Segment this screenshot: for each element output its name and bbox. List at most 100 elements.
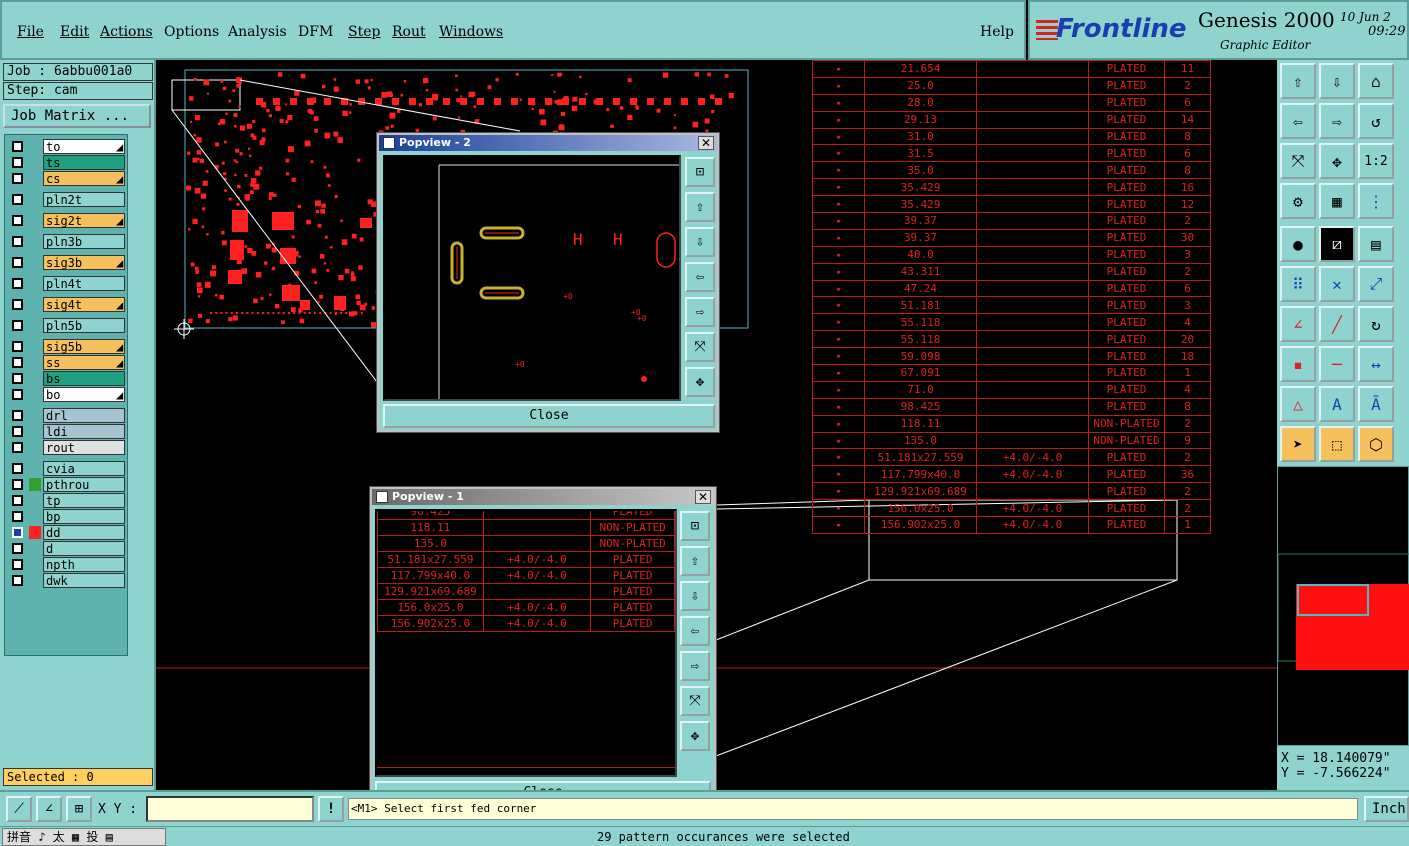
- table-row[interactable]: ▪ 51.181x27.559 +4.0/-4.0 PLATED 2: [812, 448, 1211, 467]
- ruler-icon[interactable]: ▤: [1358, 226, 1394, 262]
- layer-name[interactable]: ss: [43, 355, 125, 370]
- zoom-center-icon[interactable]: ✥: [1319, 143, 1355, 179]
- grid-icon[interactable]: ▦: [1319, 183, 1355, 219]
- layer-name[interactable]: bs: [43, 371, 125, 386]
- layer-name[interactable]: cvia: [43, 461, 125, 476]
- layer-name[interactable]: pln4t: [43, 276, 125, 291]
- pan-right-icon[interactable]: ⇨: [685, 297, 715, 327]
- layer-name[interactable]: pthrou: [43, 477, 125, 492]
- snap-icon[interactable]: ⚙: [1280, 183, 1316, 219]
- layer-checkbox[interactable]: [12, 527, 23, 538]
- layer-name[interactable]: dwk: [43, 573, 125, 588]
- layer-checkbox[interactable]: [12, 257, 23, 268]
- layer-checkbox[interactable]: [12, 463, 23, 474]
- delete-point-icon[interactable]: ✕: [1319, 266, 1355, 302]
- layer-name[interactable]: sig2t: [43, 213, 125, 228]
- zoom-fit-icon[interactable]: ⊡: [685, 157, 715, 187]
- layer-name[interactable]: pln3b: [43, 234, 125, 249]
- layer-name[interactable]: bo: [43, 387, 125, 402]
- layer-row-pln4t[interactable]: pln4t: [7, 276, 127, 291]
- layer-checkbox[interactable]: [12, 357, 23, 368]
- table-row[interactable]: ▪ 28.0 PLATED 6: [812, 93, 1211, 112]
- line-icon[interactable]: ╱: [1319, 306, 1355, 342]
- layer-checkbox[interactable]: [12, 236, 23, 247]
- layer-checkbox[interactable]: [12, 389, 23, 400]
- layer-checkbox[interactable]: [12, 194, 23, 205]
- table-row[interactable]: ▪ 117.799x40.0 +4.0/-4.0 PLATED 36: [812, 465, 1211, 484]
- warning-icon[interactable]: !: [318, 796, 344, 822]
- layer-checkbox[interactable]: [12, 559, 23, 570]
- snap-grid-icon[interactable]: ⊞: [66, 796, 92, 822]
- layer-name[interactable]: pln2t: [43, 192, 125, 207]
- snap-diagonal-icon[interactable]: ⟋: [6, 796, 32, 822]
- menu-file[interactable]: File: [17, 24, 44, 40]
- zoom-in-icon[interactable]: ✥: [685, 367, 715, 397]
- select-poly-icon[interactable]: ⬡: [1358, 426, 1394, 462]
- layer-row-npth[interactable]: npth: [7, 557, 127, 572]
- layer-row-sig2t[interactable]: sig2t ◢: [7, 213, 127, 228]
- menu-analysis[interactable]: Analysis: [228, 24, 287, 40]
- table-row[interactable]: ▪ 43.311 PLATED 2: [812, 262, 1211, 281]
- layer-row-d[interactable]: d: [7, 541, 127, 556]
- layer-name[interactable]: sig3b: [43, 255, 125, 270]
- connect-pads-icon[interactable]: ⠿: [1280, 266, 1316, 302]
- snap-angle-icon[interactable]: ∠: [36, 796, 62, 822]
- trace-icon[interactable]: ─: [1319, 346, 1355, 382]
- layer-row-cs[interactable]: cs ◢: [7, 171, 127, 186]
- layer-name[interactable]: rout: [43, 440, 125, 455]
- table-row[interactable]: ▪ 35.0 PLATED 8: [812, 161, 1211, 180]
- move-left-icon[interactable]: ⇦: [1280, 103, 1316, 139]
- layer-checkbox[interactable]: [12, 426, 23, 437]
- table-row[interactable]: ▪ 98.425 PLATED 8: [812, 397, 1211, 416]
- popview2-canvas[interactable]: H H +0 +0 +0 +0: [383, 155, 681, 401]
- close-icon[interactable]: ✕: [698, 136, 714, 150]
- net-icon[interactable]: ⋮: [1358, 183, 1394, 219]
- pad-icon[interactable]: ▪: [1280, 346, 1316, 382]
- layer-row-pthrou[interactable]: pthrou: [7, 477, 127, 492]
- undo-icon[interactable]: ↺: [1358, 103, 1394, 139]
- popview2-titlebar[interactable]: Popview - 2 ✕: [379, 135, 717, 151]
- layer-row-dd[interactable]: dd: [7, 525, 127, 540]
- select-box-icon[interactable]: ⬚: [1319, 426, 1355, 462]
- layer-checkbox[interactable]: [12, 575, 23, 586]
- slash-icon[interactable]: ⧄: [1319, 226, 1355, 262]
- zoom-fit-icon[interactable]: ⊡: [680, 511, 710, 541]
- layer-name[interactable]: npth: [43, 557, 125, 572]
- layer-row-tp[interactable]: tp: [7, 493, 127, 508]
- layer-name[interactable]: to: [43, 139, 125, 154]
- job-matrix-button[interactable]: Job Matrix ...: [3, 104, 151, 128]
- table-row[interactable]: ▪ 21.654 PLATED 11: [812, 60, 1211, 78]
- layer-row-drl[interactable]: drl: [7, 408, 127, 423]
- layer-checkbox[interactable]: [12, 173, 23, 184]
- layer-name[interactable]: cs: [43, 171, 125, 186]
- popview1-titlebar[interactable]: Popview - 1 ✕: [372, 489, 714, 505]
- layer-row-cvia[interactable]: cvia: [7, 461, 127, 476]
- layer-checkbox[interactable]: [12, 215, 23, 226]
- popview1-canvas[interactable]: 98.425 PLATED 118.11 NON-PLATED 135.0 NON-PLA…: [375, 509, 677, 777]
- layer-row-sig3b[interactable]: sig3b ◢: [7, 255, 127, 270]
- layer-name[interactable]: sig5b: [43, 339, 125, 354]
- layer-row-rout[interactable]: rout: [7, 440, 127, 455]
- layer-up-icon[interactable]: ⇧: [1280, 63, 1316, 99]
- layer-checkbox[interactable]: [12, 141, 23, 152]
- layer-name[interactable]: pln5b: [43, 318, 125, 333]
- xy-input[interactable]: [146, 796, 314, 822]
- layer-down-icon[interactable]: ⇩: [1319, 63, 1355, 99]
- layer-checkbox[interactable]: [12, 410, 23, 421]
- menu-windows[interactable]: Windows: [439, 24, 503, 40]
- layer-name[interactable]: tp: [43, 493, 125, 508]
- menu-edit[interactable]: Edit: [60, 24, 89, 40]
- layer-row-pln5b[interactable]: pln5b: [7, 318, 127, 333]
- popview2-close-button[interactable]: Close: [383, 404, 715, 428]
- pan-up-icon[interactable]: ⇧: [685, 192, 715, 222]
- letter-a-bar-icon[interactable]: Ā: [1358, 386, 1394, 422]
- table-row[interactable]: ▪ 118.11 NON-PLATED 2: [812, 414, 1211, 433]
- add-feature-icon[interactable]: ●: [1280, 226, 1316, 262]
- pan-up-icon[interactable]: ⇧: [680, 546, 710, 576]
- layer-row-bp[interactable]: bp: [7, 509, 127, 524]
- table-row[interactable]: ▪ 35.429 PLATED 16: [812, 178, 1211, 197]
- layer-name[interactable]: sig4t: [43, 297, 125, 312]
- layer-row-ts[interactable]: ts: [7, 155, 127, 170]
- letter-a-icon[interactable]: A: [1319, 386, 1355, 422]
- table-row[interactable]: ▪ 71.0 PLATED 4: [812, 380, 1211, 399]
